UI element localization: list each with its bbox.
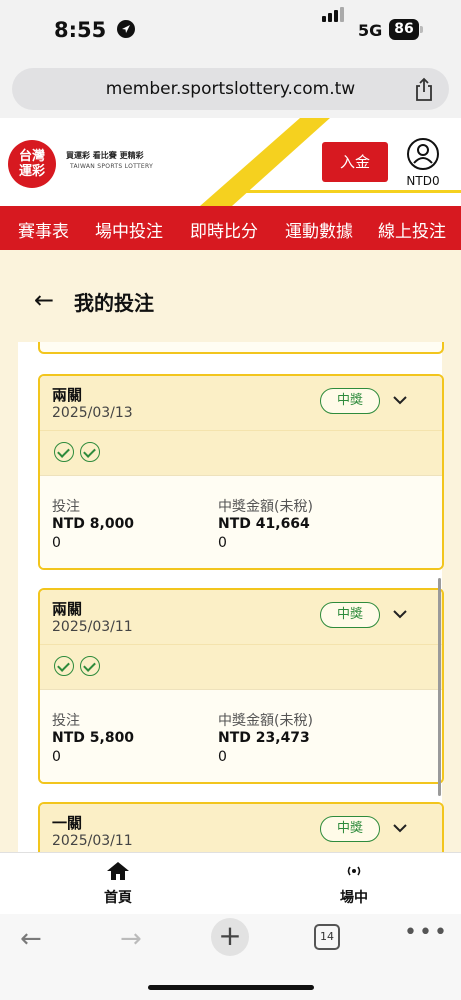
- status-time: 8:55: [54, 18, 107, 42]
- stake-sub: 0: [52, 535, 61, 551]
- tab-home[interactable]: 首頁: [78, 861, 158, 907]
- chevron-down-icon[interactable]: [390, 604, 410, 624]
- nav-item-schedule[interactable]: 賽事表: [18, 217, 69, 242]
- status-bar: 8:55 5G 86: [0, 0, 461, 62]
- scrollbar[interactable]: [438, 578, 441, 796]
- bet-date: 2025/03/13: [52, 405, 133, 421]
- battery-icon: 86: [389, 19, 423, 40]
- main-content: ← 我的投注 兩關 2025/03/13 中獎 投注 NTD 8,000 0 中: [0, 250, 461, 852]
- back-arrow-icon[interactable]: ←: [34, 286, 54, 314]
- stake-sub: 0: [52, 749, 61, 765]
- browser-address-area: member.sportslottery.com.tw: [0, 62, 461, 118]
- user-icon: [407, 138, 439, 170]
- stake-label: 投注: [52, 499, 80, 515]
- bet-type: 兩關: [52, 600, 83, 618]
- new-tab-icon[interactable]: +: [211, 918, 249, 956]
- status-badge: 中獎: [320, 602, 380, 628]
- previous-card-bottom: [38, 342, 444, 354]
- page-title: 我的投注: [74, 291, 154, 315]
- network-type: 5G: [358, 21, 383, 40]
- bets-list[interactable]: 兩關 2025/03/13 中獎 投注 NTD 8,000 0 中獎金額(未稅)…: [18, 342, 444, 852]
- nav-item-live-betting[interactable]: 場中投注: [95, 217, 163, 242]
- header-decoration: [200, 118, 461, 206]
- check-circle-icon: [80, 442, 100, 462]
- nav-item-live-scores[interactable]: 即時比分: [190, 217, 258, 242]
- bet-date: 2025/03/11: [52, 833, 133, 849]
- check-circle-icon: [54, 442, 74, 462]
- status-badge: 中獎: [320, 816, 380, 842]
- bet-type: 兩關: [52, 386, 83, 404]
- main-nav: 賽事表 場中投注 即時比分 運動數據 線上投注: [0, 206, 461, 250]
- site-header: 台灣 運彩 買運彩 看比賽 更精彩 TAIWAN SPORTS LOTTERY …: [0, 118, 461, 206]
- bet-details: 投注 NTD 8,000 0 中獎金額(未稅) NTD 41,664 0: [40, 475, 442, 568]
- bet-card: 一關 2025/03/11 中獎: [38, 802, 444, 852]
- account-button[interactable]: NTD0: [400, 136, 446, 196]
- prize-label: 中獎金額(未稅): [218, 713, 313, 729]
- stake-label: 投注: [52, 713, 80, 729]
- prize-amount: NTD 41,664: [218, 516, 310, 532]
- more-icon[interactable]: •••: [404, 920, 449, 945]
- prize-label: 中獎金額(未稅): [218, 499, 313, 515]
- home-icon: [106, 862, 130, 885]
- chevron-down-icon[interactable]: [390, 818, 410, 838]
- broadcast-icon: [342, 866, 366, 885]
- share-icon[interactable]: [413, 76, 435, 102]
- prize-sub: 0: [218, 535, 227, 551]
- home-indicator: [148, 985, 314, 990]
- bet-card: 兩關 2025/03/13 中獎 投注 NTD 8,000 0 中獎金額(未稅)…: [38, 374, 444, 570]
- tab-live-label: 場中: [340, 890, 368, 906]
- prize-sub: 0: [218, 749, 227, 765]
- bet-type: 一關: [52, 814, 83, 832]
- bet-card: 兩關 2025/03/11 中獎 投注 NTD 5,800 0 中獎金額(未稅)…: [38, 588, 444, 784]
- status-badge: 中獎: [320, 388, 380, 414]
- tabs-button[interactable]: 14: [314, 924, 340, 950]
- nav-item-sports-data[interactable]: 運動數據: [285, 217, 353, 242]
- url-text[interactable]: member.sportslottery.com.tw: [12, 79, 449, 99]
- bet-card-header[interactable]: 兩關 2025/03/11 中獎: [40, 590, 442, 644]
- bet-date: 2025/03/11: [52, 619, 133, 635]
- bet-card-header[interactable]: 一關 2025/03/11 中獎: [40, 804, 442, 852]
- tab-home-label: 首頁: [104, 890, 132, 906]
- back-icon[interactable]: ←: [20, 924, 42, 954]
- bottom-tabbar: 首頁 場中: [0, 852, 461, 915]
- deposit-button[interactable]: 入金: [322, 142, 388, 182]
- bet-legs: [40, 430, 442, 475]
- prize-amount: NTD 23,473: [218, 730, 310, 746]
- stake-amount: NTD 8,000: [52, 516, 135, 532]
- stake-amount: NTD 5,800: [52, 730, 135, 746]
- bet-legs: [40, 644, 442, 689]
- location-icon: [117, 20, 135, 38]
- check-circle-icon: [54, 656, 74, 676]
- balance-text: NTD0: [406, 174, 440, 188]
- tab-live[interactable]: 場中: [314, 861, 394, 907]
- address-bar[interactable]: member.sportslottery.com.tw: [12, 68, 449, 110]
- chevron-down-icon[interactable]: [390, 390, 410, 410]
- bet-details: 投注 NTD 5,800 0 中獎金額(未稅) NTD 23,473 0: [40, 689, 442, 782]
- forward-icon[interactable]: →: [120, 924, 142, 954]
- nav-item-online-betting[interactable]: 線上投注: [378, 217, 446, 242]
- bet-card-header[interactable]: 兩關 2025/03/13 中獎: [40, 376, 442, 430]
- check-circle-icon: [80, 656, 100, 676]
